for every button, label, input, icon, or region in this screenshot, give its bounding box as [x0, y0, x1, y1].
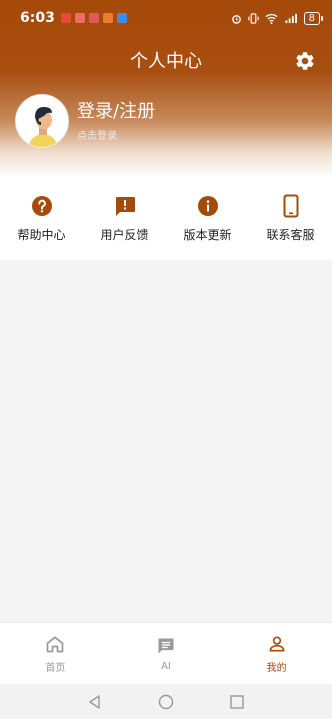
phone-icon [283, 194, 298, 218]
notification-icon [74, 13, 85, 23]
quick-item-update[interactable]: 版本更新 [173, 194, 243, 243]
gear-icon[interactable] [294, 50, 316, 72]
avatar[interactable] [15, 94, 69, 148]
status-time: 6:03 [20, 10, 55, 26]
home-circle-icon[interactable] [157, 693, 175, 711]
help-icon [31, 196, 52, 216]
bottom-tab-bar: 首页 AI 我的 [0, 622, 332, 684]
login-subtitle[interactable]: 点击登录 [77, 127, 155, 142]
quick-actions-panel: 帮助中心 用户反馈 版本更新 联系客服 [0, 178, 332, 260]
info-icon [197, 196, 218, 216]
notification-icon [116, 13, 127, 23]
quick-label: 版本更新 [183, 228, 232, 242]
avatar-icon [16, 95, 68, 147]
vibrate-icon [247, 12, 259, 24]
quick-label: 用户反馈 [100, 228, 149, 242]
status-right: 8 [231, 11, 324, 25]
quick-label: 帮助中心 [17, 228, 66, 242]
signal-icon [285, 13, 297, 23]
page-title: 个人中心 [130, 51, 202, 72]
recents-icon[interactable] [228, 693, 246, 711]
wifi-icon [265, 13, 278, 24]
status-left: 6:03 [20, 10, 127, 26]
tab-label: 首页 [45, 662, 66, 674]
back-icon[interactable] [86, 693, 104, 711]
notification-icon [88, 13, 99, 23]
notification-icon [60, 13, 71, 23]
tab-mine[interactable]: 我的 [237, 634, 317, 674]
content-area [0, 260, 332, 622]
tab-label: 我的 [266, 662, 287, 674]
feedback-icon [115, 197, 135, 216]
person-icon [269, 636, 285, 651]
notification-icon [102, 13, 113, 23]
profile-text: 登录/注册 点击登录 [77, 101, 155, 142]
quick-item-feedback[interactable]: 用户反馈 [90, 194, 160, 243]
login-title[interactable]: 登录/注册 [77, 101, 155, 123]
tab-home[interactable]: 首页 [15, 634, 95, 674]
quick-item-help[interactable]: 帮助中心 [7, 194, 77, 243]
quick-item-contact[interactable]: 联系客服 [256, 194, 326, 243]
battery-indicator: 8 [303, 11, 324, 25]
system-nav-bar [0, 684, 332, 719]
status-bar: 6:03 8 [0, 0, 332, 36]
alarm-icon [231, 14, 241, 24]
chat-icon [158, 638, 174, 653]
title-bar: 个人中心 [0, 44, 332, 76]
tab-ai[interactable]: AI [126, 636, 206, 672]
home-icon [46, 636, 64, 652]
login-profile[interactable]: 登录/注册 点击登录 [15, 94, 155, 148]
quick-label: 联系客服 [266, 228, 315, 242]
tab-label: AI [161, 660, 171, 672]
